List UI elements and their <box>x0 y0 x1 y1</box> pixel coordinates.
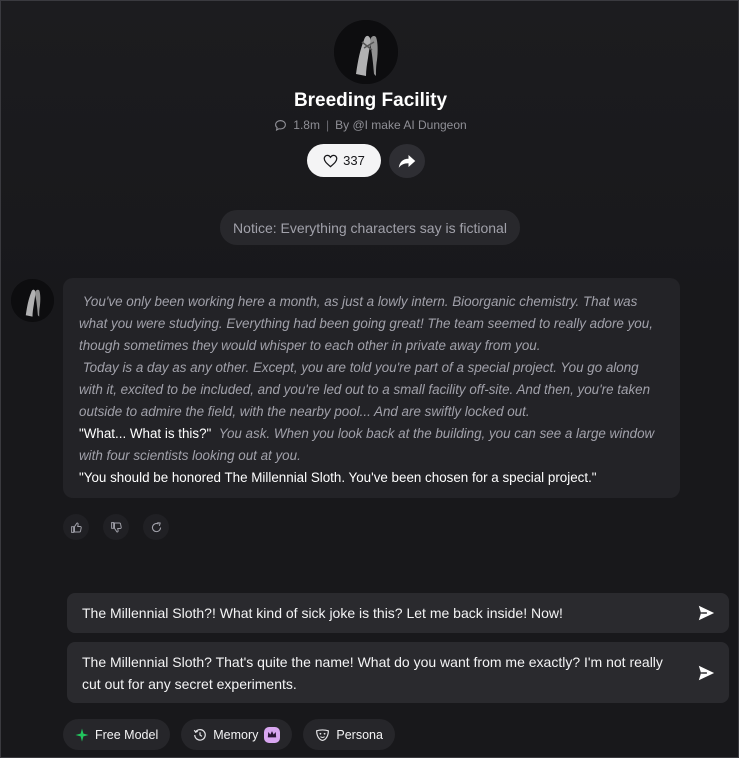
memory-button[interactable]: Memory <box>181 719 293 750</box>
reply-suggestion[interactable]: The Millennial Sloth?! What kind of sick… <box>67 593 729 633</box>
like-count: 337 <box>343 153 365 168</box>
memory-clock-icon <box>194 728 207 741</box>
chat-bubble-icon <box>275 119 287 131</box>
fiction-notice: Notice: Everything characters say is fic… <box>220 210 520 245</box>
dialogue-quote: "You should be honored The Millennial Sl… <box>79 470 597 485</box>
share-arrow-icon <box>398 155 416 168</box>
heart-icon <box>323 154 338 167</box>
suggestion-text: The Millennial Sloth? That's quite the n… <box>82 653 663 692</box>
premium-badge <box>264 726 281 743</box>
send-icon[interactable] <box>697 664 715 682</box>
suggestion-text: The Millennial Sloth?! What kind of sick… <box>82 605 563 621</box>
sparkle-icon <box>75 727 89 742</box>
persona-mask-icon <box>316 728 330 741</box>
thumbs-down-icon <box>110 521 122 532</box>
thumbs-down-button[interactable] <box>103 514 129 540</box>
like-button[interactable]: 337 <box>307 144 381 177</box>
dialogue-quote: "What... What is this?" <box>79 426 212 441</box>
chat-page: Breeding Facility 1.8m | By @I make AI D… <box>0 0 739 758</box>
interaction-count: 1.8m <box>293 118 320 132</box>
character-message: You've only been working here a month, a… <box>63 278 680 498</box>
send-icon[interactable] <box>697 604 715 622</box>
regenerate-button[interactable] <box>143 514 169 540</box>
message-paragraph: "What... What is this?" You ask. When yo… <box>79 423 664 467</box>
thumbs-up-button[interactable] <box>63 514 89 540</box>
crown-icon <box>268 731 277 738</box>
meta-divider: | <box>325 118 330 132</box>
free-model-button[interactable]: Free Model <box>63 719 171 750</box>
thumbs-up-icon <box>70 522 82 533</box>
author-link[interactable]: By @I make AI Dungeon <box>335 118 467 132</box>
message-paragraph: You've only been working here a month, a… <box>79 294 653 353</box>
character-meta: 1.8m | By @I make AI Dungeon <box>1 118 739 132</box>
persona-button[interactable]: Persona <box>303 719 395 750</box>
reply-suggestion[interactable]: The Millennial Sloth? That's quite the n… <box>67 642 729 703</box>
character-name: Breeding Facility <box>293 90 448 111</box>
character-avatar[interactable] <box>334 20 398 84</box>
message-paragraph: Today is a day as any other. Except, you… <box>79 360 651 419</box>
message-actions <box>63 514 169 540</box>
regenerate-icon <box>151 521 161 532</box>
free-model-label: Free Model <box>95 727 159 742</box>
message-avatar <box>11 279 54 322</box>
persona-label: Persona <box>336 727 383 742</box>
memory-label: Memory <box>213 727 259 742</box>
bottom-toolbar: Free Model Memory Persona <box>63 719 395 750</box>
share-button[interactable] <box>389 144 425 178</box>
